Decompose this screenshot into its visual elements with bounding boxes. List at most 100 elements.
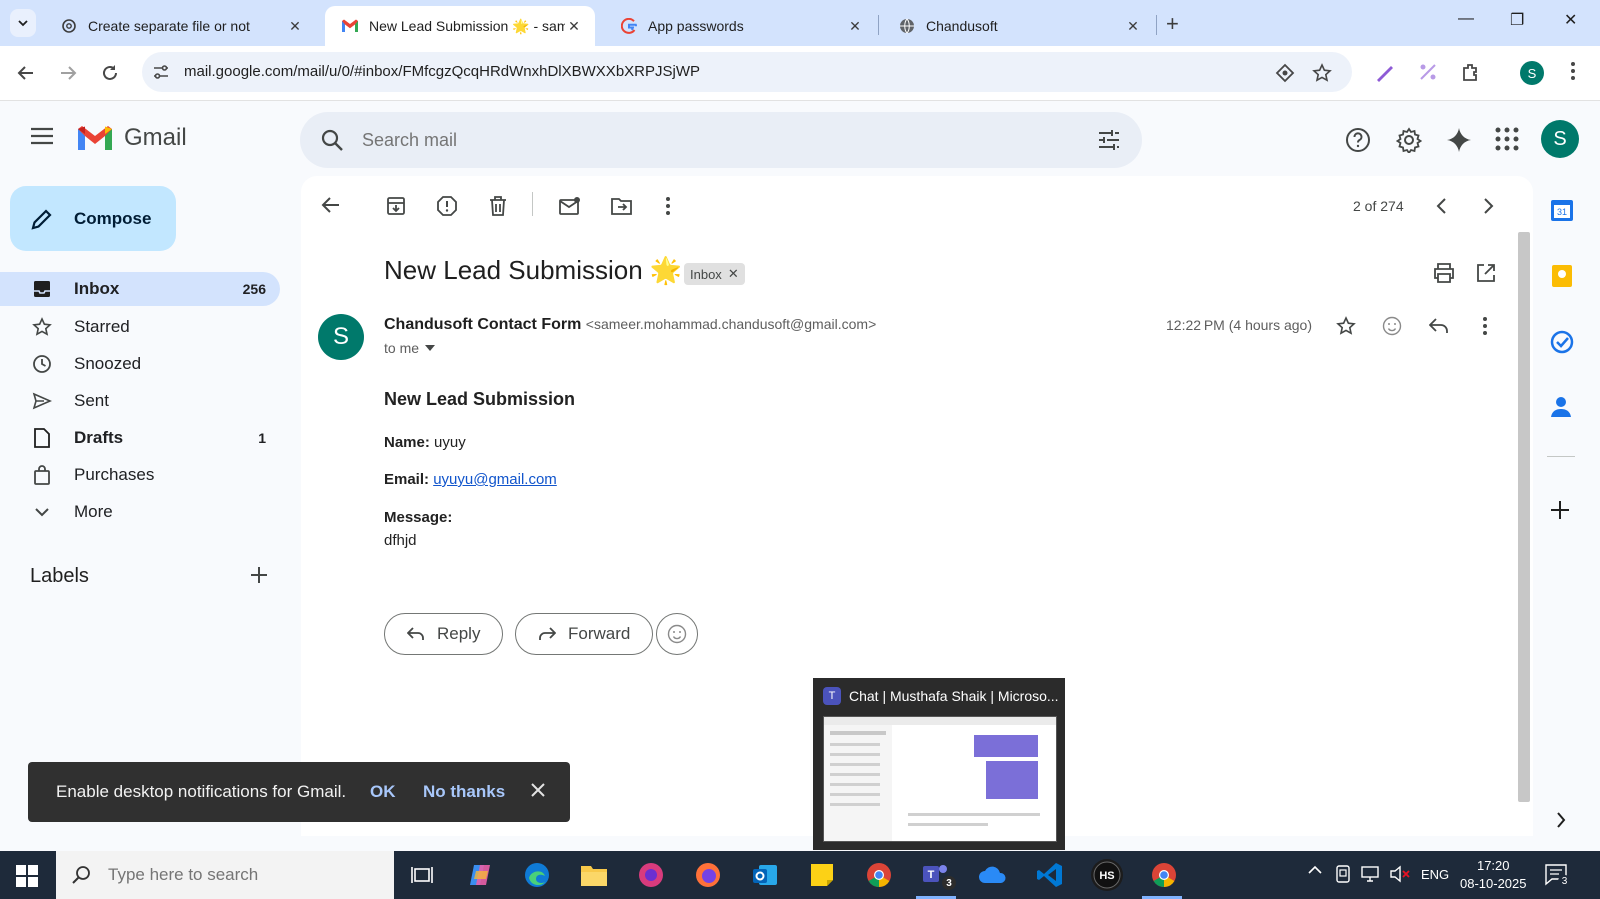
search-options-icon[interactable] xyxy=(1097,128,1121,152)
tab-new-lead-submission[interactable]: New Lead Submission 🌟 - sam ✕ xyxy=(325,6,595,46)
minimize-button[interactable]: — xyxy=(1458,10,1474,28)
search-bar[interactable] xyxy=(300,112,1142,168)
emoji-react-button[interactable] xyxy=(656,613,698,655)
vscode-icon[interactable] xyxy=(1034,859,1066,891)
open-new-window-icon[interactable] xyxy=(1476,263,1496,283)
tab-search-button[interactable] xyxy=(10,9,36,37)
browser-app-icon[interactable] xyxy=(635,859,667,891)
snackbar-close-icon[interactable] xyxy=(530,782,546,798)
delete-trash-icon[interactable] xyxy=(489,196,507,216)
lens-icon[interactable] xyxy=(1275,63,1295,83)
windows-start-icon[interactable] xyxy=(16,865,38,887)
more-vertical-icon[interactable] xyxy=(665,196,671,216)
forward-button[interactable] xyxy=(55,60,81,86)
volume-muted-icon[interactable] xyxy=(1389,865,1411,883)
edge-icon[interactable] xyxy=(521,859,553,891)
show-hidden-icons-icon[interactable] xyxy=(1308,865,1322,875)
message-more-icon[interactable] xyxy=(1482,316,1488,336)
close-tab-icon[interactable]: ✕ xyxy=(565,18,583,35)
settings-gear-icon[interactable] xyxy=(1396,127,1422,153)
extensions-puzzle-icon[interactable] xyxy=(1460,61,1482,83)
device-icon[interactable] xyxy=(1335,865,1351,883)
keep-icon[interactable] xyxy=(1550,264,1574,288)
print-icon[interactable] xyxy=(1433,263,1455,283)
sidebar-item-starred[interactable]: Starred xyxy=(0,310,280,344)
teams-window-preview[interactable]: T Chat | Musthafa Shaik | Microso... xyxy=(813,678,1065,850)
chrome-active-icon[interactable] xyxy=(1148,859,1180,891)
percent-extension-icon[interactable] xyxy=(1417,61,1439,83)
star-message-icon[interactable] xyxy=(1336,316,1356,336)
recipient-details[interactable]: to me xyxy=(384,340,436,356)
add-label-icon[interactable] xyxy=(250,566,268,584)
bookmark-star-icon[interactable] xyxy=(1312,63,1332,83)
account-avatar[interactable]: S xyxy=(1541,120,1579,158)
network-icon[interactable] xyxy=(1361,865,1381,883)
sidebar-item-more[interactable]: More xyxy=(0,495,280,529)
tab-app-passwords[interactable]: App passwords ✕ xyxy=(604,6,876,46)
apps-grid-icon[interactable] xyxy=(1495,127,1519,151)
sidebar-item-purchases[interactable]: Purchases xyxy=(0,458,280,492)
sticky-notes-icon[interactable] xyxy=(806,859,838,891)
search-input[interactable] xyxy=(362,126,1062,154)
chrome-icon[interactable] xyxy=(863,859,895,891)
main-menu-button[interactable] xyxy=(30,127,54,145)
mark-unread-icon[interactable] xyxy=(559,196,581,216)
taskbar-search-box[interactable] xyxy=(56,851,394,899)
tasks-icon[interactable] xyxy=(1550,330,1574,354)
search-icon[interactable] xyxy=(320,128,344,152)
sidebar-item-inbox[interactable]: Inbox 256 xyxy=(0,272,280,306)
message-scrollbar[interactable] xyxy=(1518,232,1530,802)
sidebar-item-sent[interactable]: Sent xyxy=(0,384,280,418)
help-icon[interactable] xyxy=(1345,127,1371,153)
address-bar[interactable]: mail.google.com/mail/u/0/#inbox/FMfcgzQc… xyxy=(142,52,1352,92)
site-info-icon[interactable] xyxy=(152,63,170,81)
sender-avatar[interactable]: S xyxy=(318,314,364,360)
new-tab-button[interactable]: + xyxy=(1166,11,1179,37)
teams-taskbar-icon[interactable]: T 3 xyxy=(920,859,956,891)
window-close-button[interactable]: ✕ xyxy=(1564,10,1577,30)
system-clock[interactable]: 17:20 08-10-2025 xyxy=(1460,857,1527,893)
hs-app-icon[interactable]: HS xyxy=(1091,859,1123,891)
email-link[interactable]: uyuyu@gmail.com xyxy=(433,471,557,488)
expand-side-panel-icon[interactable] xyxy=(1556,812,1566,828)
copilot-icon[interactable] xyxy=(464,859,496,891)
notifications-icon[interactable]: 3 xyxy=(1544,863,1571,888)
reload-button[interactable] xyxy=(97,60,123,86)
taskbar-search-input[interactable] xyxy=(108,865,368,885)
older-chevron-right-icon[interactable] xyxy=(1482,198,1494,214)
remove-label-icon[interactable]: ✕ xyxy=(728,266,739,282)
report-spam-icon[interactable] xyxy=(437,196,457,216)
emoji-react-icon[interactable] xyxy=(1382,316,1402,336)
task-view-icon[interactable] xyxy=(406,859,438,891)
outlook-icon[interactable] xyxy=(749,859,781,891)
gmail-logo[interactable]: Gmail xyxy=(76,124,187,152)
pen-extension-icon[interactable] xyxy=(1374,61,1396,83)
newer-chevron-left-icon[interactable] xyxy=(1436,198,1448,214)
calendar-icon[interactable]: 31 xyxy=(1550,198,1574,222)
close-tab-icon[interactable]: ✕ xyxy=(1124,18,1142,35)
move-to-icon[interactable] xyxy=(611,196,633,216)
forward-button[interactable]: Forward xyxy=(515,613,654,655)
inbox-label-chip[interactable]: Inbox ✕ xyxy=(684,263,745,285)
tab-create-separate-file[interactable]: Create separate file or not ✕ xyxy=(44,6,316,46)
get-addons-plus-icon[interactable] xyxy=(1550,500,1570,520)
restore-button[interactable]: ❐ xyxy=(1510,10,1524,30)
sidebar-item-snoozed[interactable]: Snoozed xyxy=(0,347,280,381)
browser-menu-icon[interactable] xyxy=(1570,61,1576,81)
file-explorer-icon[interactable] xyxy=(578,859,610,891)
gemini-sparkle-icon[interactable] xyxy=(1446,127,1472,153)
language-indicator[interactable]: ENG xyxy=(1421,867,1449,882)
firefox-icon[interactable] xyxy=(692,859,724,891)
contacts-icon[interactable] xyxy=(1550,395,1572,419)
archive-icon[interactable] xyxy=(386,196,406,216)
tab-chandusoft[interactable]: Chandusoft ✕ xyxy=(882,6,1154,46)
reply-icon[interactable] xyxy=(1429,318,1449,334)
reply-button[interactable]: Reply xyxy=(384,613,504,655)
back-to-inbox-icon[interactable] xyxy=(321,196,341,214)
compose-button[interactable]: Compose xyxy=(10,186,176,251)
snackbar-ok-button[interactable]: OK xyxy=(370,782,396,802)
close-tab-icon[interactable]: ✕ xyxy=(846,18,864,35)
sidebar-item-drafts[interactable]: Drafts 1 xyxy=(0,421,280,455)
sender-name[interactable]: Chandusoft Contact Form xyxy=(384,316,581,333)
snackbar-no-thanks-button[interactable]: No thanks xyxy=(423,782,505,802)
